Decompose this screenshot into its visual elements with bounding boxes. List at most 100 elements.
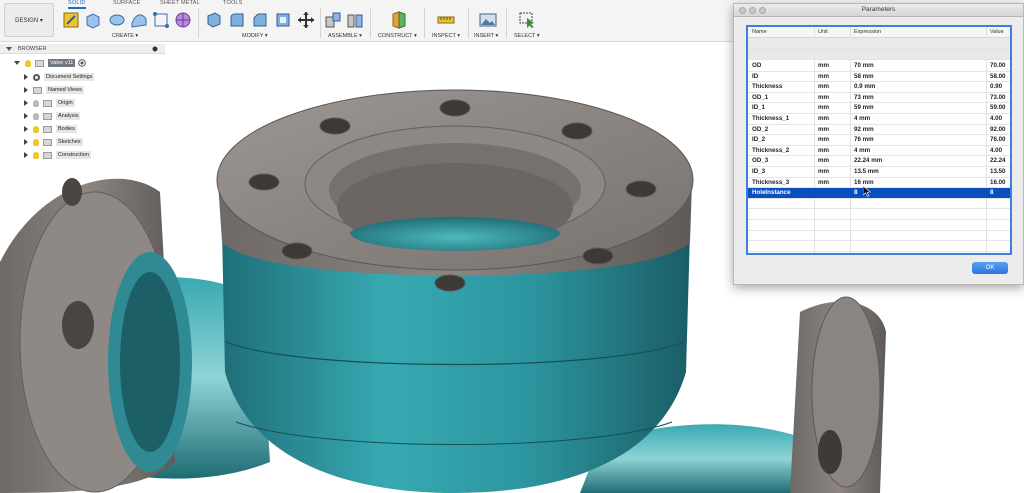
visibility-bulb-icon[interactable]	[33, 138, 39, 146]
browser-item-construction[interactable]: Construction	[24, 150, 91, 160]
visibility-bulb-icon[interactable]	[33, 99, 39, 107]
table-row[interactable]: ID mm 58 mm 58.00	[748, 72, 1010, 83]
table-row[interactable]: HoleInstance 8 8	[748, 188, 1010, 199]
construct-menu[interactable]: CONSTRUCT ▾	[378, 33, 417, 39]
browser-item-analysis[interactable]: Analysis	[24, 111, 81, 121]
select-menu[interactable]: SELECT ▾	[514, 33, 540, 39]
visibility-bulb-icon[interactable]	[33, 151, 39, 159]
select-cursor-icon[interactable]	[518, 11, 536, 29]
expand-arrow-icon[interactable]	[24, 87, 28, 93]
param-unit: mm	[818, 104, 830, 112]
parameters-table[interactable]: Name Unit Expression Value OD mm 70 mm 70.0…	[746, 25, 1012, 255]
ok-button[interactable]: OK	[972, 262, 1008, 274]
param-expression[interactable]: 70 mm	[854, 62, 874, 69]
tab-solid[interactable]: SOLID	[68, 0, 86, 9]
table-row[interactable]: OD mm 70 mm 70.00	[748, 61, 1010, 72]
joint-icon[interactable]	[346, 11, 364, 29]
param-expression[interactable]: 4 mm	[854, 115, 870, 122]
table-row[interactable]: Thickness_2 mm 4 mm 4.00	[748, 146, 1010, 157]
expand-arrow-icon[interactable]	[24, 74, 28, 80]
revolve-icon[interactable]	[108, 11, 126, 29]
new-sketch-icon[interactable]	[62, 11, 80, 29]
column-header-unit[interactable]: Unit	[818, 29, 828, 35]
folder-icon	[43, 138, 52, 146]
loft-icon[interactable]	[152, 11, 170, 29]
param-expression[interactable]: 59 mm	[854, 104, 874, 111]
param-expression[interactable]: 16 mm	[854, 179, 874, 186]
collapse-icon[interactable]	[6, 46, 12, 52]
param-expression[interactable]: 13.5 mm	[854, 168, 879, 175]
create-menu[interactable]: CREATE ▾	[112, 33, 138, 39]
param-expression[interactable]: 0.9 mm	[854, 83, 875, 90]
column-header-name[interactable]: Name	[752, 29, 767, 35]
browser-item-sketches[interactable]: Sketches	[24, 137, 83, 147]
table-row[interactable]: ID_1 mm 59 mm 59.00	[748, 103, 1010, 114]
dialog-titlebar[interactable]: Parameters	[734, 4, 1023, 17]
column-header-value[interactable]: Value	[990, 29, 1004, 35]
expand-arrow-icon[interactable]	[24, 139, 28, 145]
insert-menu[interactable]: INSERT ▾	[474, 33, 498, 39]
expand-arrow-icon[interactable]	[24, 100, 28, 106]
pin-icon[interactable]	[152, 46, 158, 52]
param-name: ID_1	[752, 104, 766, 112]
measure-icon[interactable]	[437, 11, 455, 29]
visibility-bulb-icon[interactable]	[33, 112, 39, 120]
param-expression[interactable]: 58 mm	[854, 73, 874, 80]
inspect-menu[interactable]: INSPECT ▾	[432, 33, 460, 39]
expand-arrow-icon[interactable]	[24, 113, 28, 119]
folder-icon	[33, 86, 42, 94]
table-row-empty	[748, 209, 1010, 220]
form-icon[interactable]	[174, 11, 192, 29]
param-expression[interactable]: 76 mm	[854, 136, 874, 143]
browser-item-origin[interactable]: Origin	[24, 98, 75, 108]
design-workspace-button[interactable]: DESIGN ▾	[4, 3, 54, 37]
param-name: HoleInstance	[752, 189, 791, 197]
folder-icon	[43, 151, 52, 159]
param-expression[interactable]: 4 mm	[854, 147, 870, 154]
browser-header: BROWSER	[0, 44, 165, 54]
table-row[interactable]: OD_3 mm 22.24 mm 22.24	[748, 156, 1010, 167]
browser-item-bodies[interactable]: Bodies	[24, 124, 77, 134]
chamfer-icon[interactable]	[251, 11, 269, 29]
expand-arrow-icon[interactable]	[24, 152, 28, 158]
move-icon[interactable]	[297, 11, 315, 29]
expand-arrow-icon[interactable]	[24, 126, 28, 132]
table-row[interactable]: Thickness_3 mm 16 mm 16.00	[748, 178, 1010, 189]
modify-menu[interactable]: MODIFY ▾	[242, 33, 268, 39]
extrude-icon[interactable]	[84, 11, 102, 29]
browser-item-label: Document Settings	[44, 73, 95, 81]
param-expression[interactable]: 22.24 mm	[854, 157, 882, 164]
table-row[interactable]: OD_1 mm 73 mm 73.00	[748, 93, 1010, 104]
param-expression[interactable]: 8	[854, 189, 857, 196]
separator	[320, 8, 321, 38]
table-row[interactable]: Thickness mm 0.9 mm 0.90	[748, 82, 1010, 93]
param-unit: mm	[818, 146, 830, 154]
table-row[interactable]: Thickness_1 mm 4 mm 4.00	[748, 114, 1010, 125]
browser-item-named-views[interactable]: Named Views	[24, 85, 84, 95]
tab-sheet-metal[interactable]: SHEET METAL	[160, 0, 200, 6]
table-row[interactable]: ID_2 mm 76 mm 76.00	[748, 135, 1010, 146]
sweep-icon[interactable]	[130, 11, 148, 29]
browser-root-item[interactable]: Valve v11	[14, 58, 87, 68]
visibility-bulb-icon[interactable]	[25, 59, 31, 67]
new-component-icon[interactable]	[324, 11, 342, 29]
assemble-menu[interactable]: ASSEMBLE ▾	[328, 33, 362, 39]
column-header-expression[interactable]: Expression	[854, 29, 881, 35]
param-expression[interactable]: 92 mm	[854, 126, 874, 133]
offset-plane-icon[interactable]	[390, 11, 408, 29]
shell-icon[interactable]	[274, 11, 292, 29]
activate-radio-icon[interactable]	[78, 59, 87, 67]
fillet-icon[interactable]	[228, 11, 246, 29]
param-name: OD_2	[752, 125, 769, 133]
table-row[interactable]: OD_2 mm 92 mm 92.00	[748, 125, 1010, 136]
expand-arrow-icon[interactable]	[14, 61, 20, 65]
param-expression[interactable]: 73 mm	[854, 94, 874, 101]
table-row[interactable]: ID_3 mm 13.5 mm 13.50	[748, 167, 1010, 178]
tab-tools[interactable]: TOOLS	[223, 0, 243, 6]
visibility-bulb-icon[interactable]	[33, 125, 39, 133]
press-pull-icon[interactable]	[205, 11, 223, 29]
tab-surface[interactable]: SURFACE	[113, 0, 140, 6]
browser-item-document-settings[interactable]: Document Settings	[24, 72, 95, 82]
browser-panel: BROWSER Valve v11 Document Settings Name…	[0, 44, 165, 164]
insert-image-icon[interactable]	[479, 11, 497, 29]
